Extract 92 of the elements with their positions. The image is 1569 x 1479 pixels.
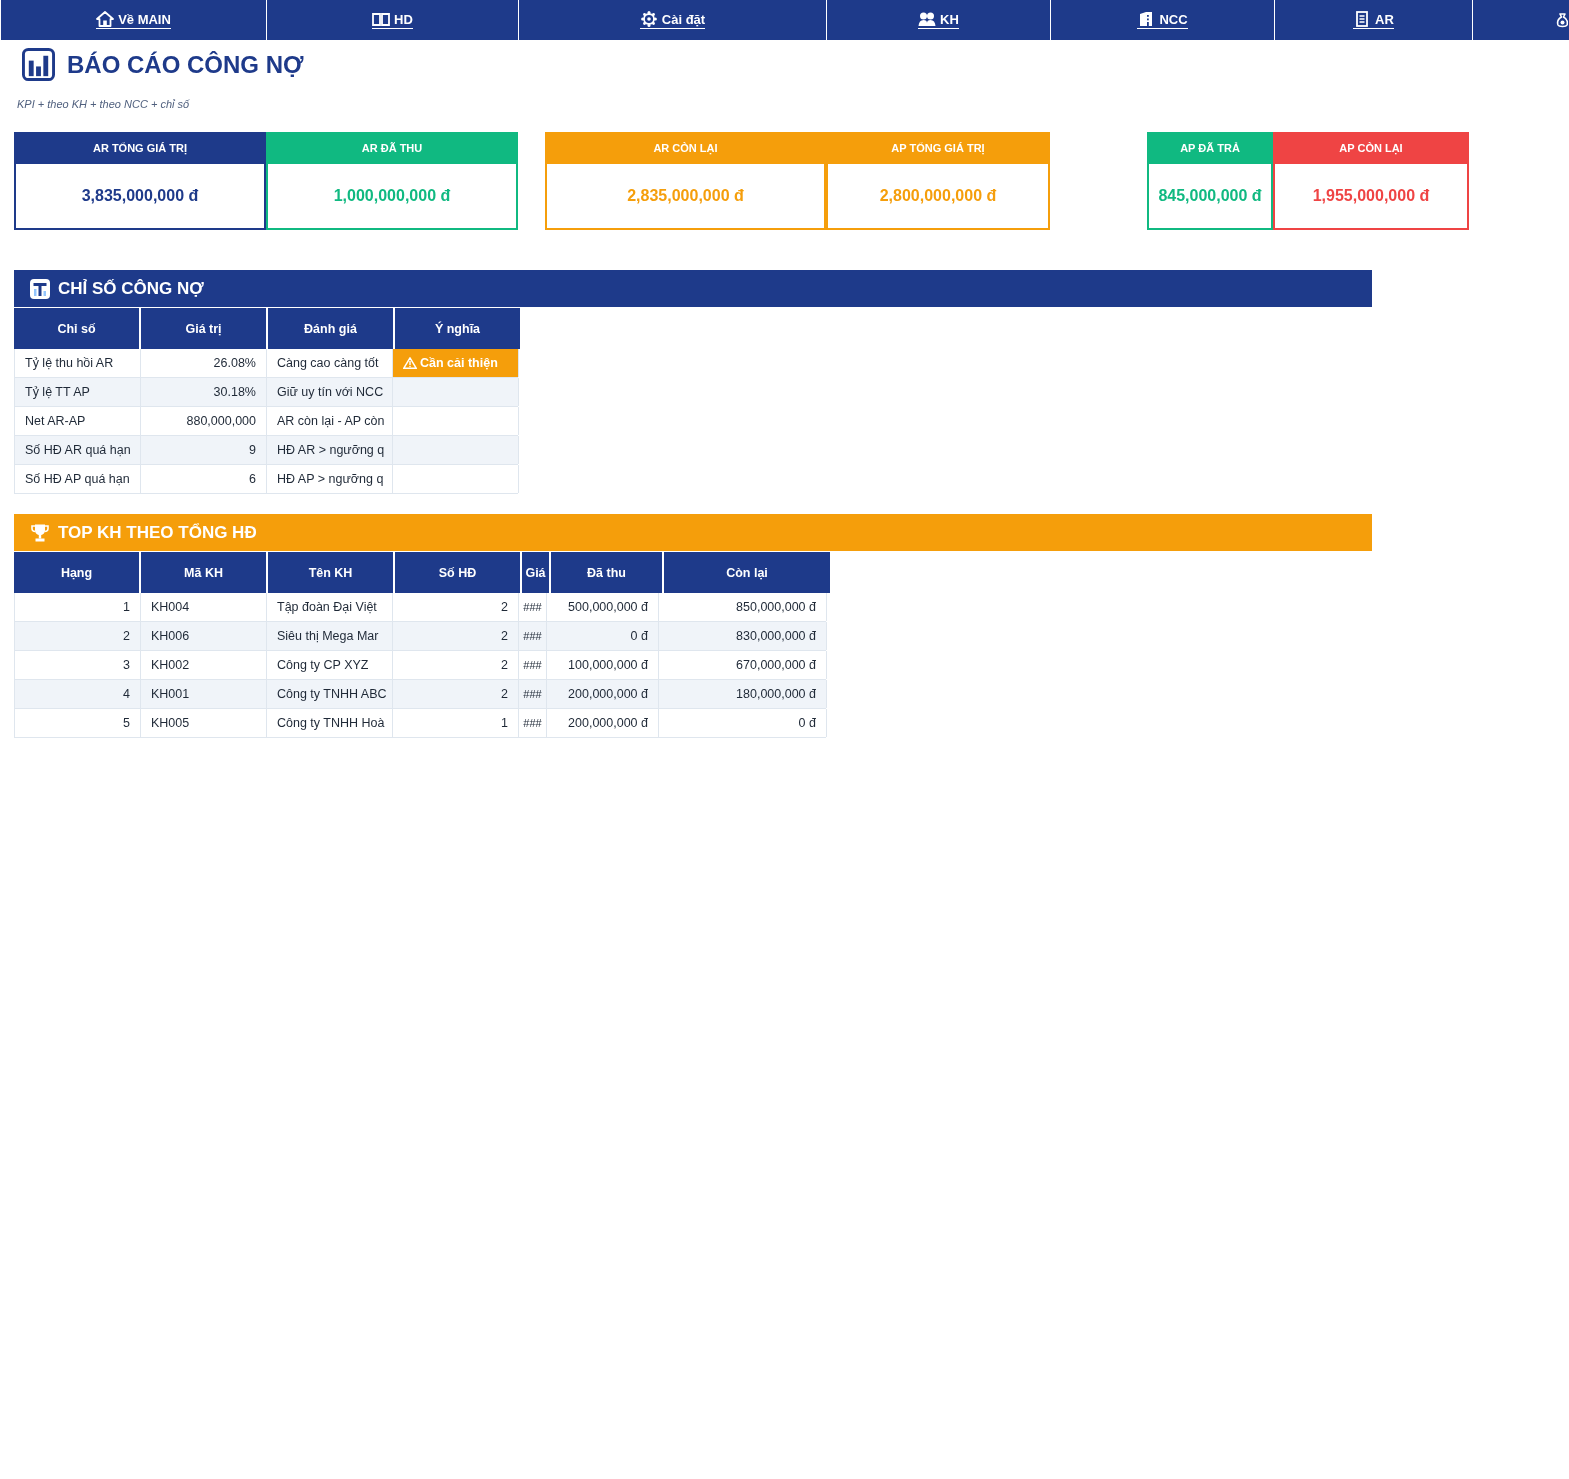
table-cell: 200,000,000 đ [547, 709, 659, 737]
table-cell: 2 [393, 622, 519, 650]
column-header: Ý nghĩa [395, 308, 520, 349]
table-cell: 3 [15, 651, 141, 679]
table-cell: 2 [393, 651, 519, 679]
kpi-value: 1,955,000,000 đ [1273, 164, 1469, 230]
table-cell: 830,000,000 đ [659, 622, 827, 650]
section-title: CHỈ SỐ CÔNG NỢ [58, 278, 204, 299]
kpi-label: AR CÒN LẠI [545, 132, 826, 164]
nav-link[interactable]: HD [372, 11, 413, 29]
table-cell: 2 [393, 680, 519, 708]
people-icon [918, 11, 937, 27]
column-header: Mã KH [141, 552, 266, 593]
table-cell: 180,000,000 đ [659, 680, 827, 708]
table-cell: 850,000,000 đ [659, 593, 827, 621]
nav-link[interactable]: Về MAIN [96, 11, 171, 29]
table-cell: Tỷ lệ TT AP [15, 378, 141, 406]
table-cell: Công ty TNHH Hoà [267, 709, 393, 737]
book-icon [372, 11, 391, 27]
kpi-value: 845,000,000 đ [1147, 164, 1273, 230]
column-header: Giá [522, 552, 549, 593]
table-cell: Công ty CP XYZ [267, 651, 393, 679]
nav-link[interactable]: NCC [1137, 11, 1188, 29]
table-cell: ### [519, 709, 547, 737]
page-subtitle: KPI + theo KH + theo NCC + chỉ số [17, 97, 190, 111]
column-header: Đánh giá [268, 308, 393, 349]
kpi-value: 3,835,000,000 đ [14, 164, 266, 230]
status-text: Cần cải thiện [420, 356, 498, 370]
table-cell: 0 đ [659, 709, 827, 737]
table-cell: 0 đ [547, 622, 659, 650]
column-header: Tên KH [268, 552, 393, 593]
house-icon [96, 11, 115, 27]
table-cell: Tập đoàn Đại Việt [267, 593, 393, 621]
nav-link[interactable]: Cài đặt [639, 11, 706, 29]
kpi-label: AP TỔNG GIÁ TRỊ [826, 132, 1050, 164]
section-title: TOP KH THEO TỔNG HĐ [58, 522, 257, 543]
table-cell: KH004 [141, 593, 267, 621]
table-cell: Công ty TNHH ABC [267, 680, 393, 708]
trophy-icon [30, 522, 50, 543]
kpi-label: AR TỔNG GIÁ TRỊ [14, 132, 266, 164]
kpi-label: AP CÒN LẠI [1273, 132, 1469, 164]
nav-link[interactable]: AR [1353, 11, 1394, 29]
table-cell: HĐ AP > ngưỡng q [267, 465, 393, 493]
kpi-label: AR ĐÃ THU [266, 132, 518, 164]
table-cell: Số HĐ AP quá hạn [15, 465, 141, 493]
table-cell: 4 [15, 680, 141, 708]
table-cell: KH006 [141, 622, 267, 650]
kpi-value: 1,000,000,000 đ [266, 164, 518, 230]
table-cell: 30.18% [141, 378, 267, 406]
table-cell: ### [519, 593, 547, 621]
table-cell: KH005 [141, 709, 267, 737]
table-cell: 200,000,000 đ [547, 680, 659, 708]
table-cell: 26.08% [141, 349, 267, 377]
page-title: BÁO CÁO CÔNG NỢ [67, 49, 304, 80]
table-cell: 2 [15, 622, 141, 650]
table-cell: Giữ uy tín với NCC [267, 378, 393, 406]
bar-chart-icon [22, 48, 55, 81]
table-cell: HĐ AR > ngưỡng q [267, 436, 393, 464]
table-cell: 2 [393, 593, 519, 621]
table-cell: 1 [15, 593, 141, 621]
table-cell: 5 [15, 709, 141, 737]
table-cell: Số HĐ AR quá hạn [15, 436, 141, 464]
table-cell: 100,000,000 đ [547, 651, 659, 679]
column-header: Số HĐ [395, 552, 520, 593]
warning-icon [403, 357, 417, 369]
column-header: Hạng [14, 552, 139, 593]
kpi-value: 2,835,000,000 đ [545, 164, 826, 230]
table-cell: KH002 [141, 651, 267, 679]
table-cell: 1 [393, 709, 519, 737]
table-cell: ### [519, 622, 547, 650]
table-cell: 500,000,000 đ [547, 593, 659, 621]
column-header: Đã thu [551, 552, 662, 593]
column-header: Giá trị [141, 308, 266, 349]
table-cell: Tỷ lệ thu hồi AR [15, 349, 141, 377]
chart-icon [30, 278, 50, 299]
table-cell: AR còn lại - AP còn [267, 407, 393, 435]
column-header: Còn lại [664, 552, 830, 593]
table-cell: Siêu thị Mega Mar [267, 622, 393, 650]
table-cell: 670,000,000 đ [659, 651, 827, 679]
column-header: Chỉ số [14, 308, 139, 349]
gear-icon [639, 11, 658, 27]
table-cell: 9 [141, 436, 267, 464]
table-cell: 6 [141, 465, 267, 493]
table-cell: KH001 [141, 680, 267, 708]
kpi-label: AP ĐÃ TRẢ [1147, 132, 1273, 164]
table-cell: ### [519, 680, 547, 708]
table-cell: Net AR-AP [15, 407, 141, 435]
nav-link[interactable]: KH [918, 11, 959, 29]
kpi-value: 2,800,000,000 đ [826, 164, 1050, 230]
table-cell: 880,000,000 [141, 407, 267, 435]
table-cell: ### [519, 651, 547, 679]
money-bag-icon[interactable] [1556, 12, 1568, 28]
